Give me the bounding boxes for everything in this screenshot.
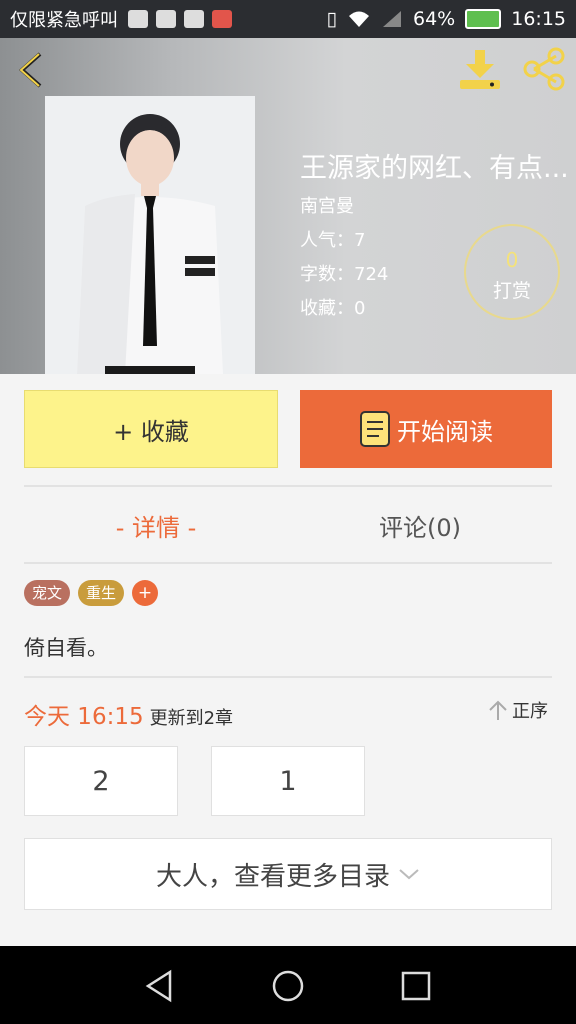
favorites-label: 收藏：	[300, 298, 354, 319]
wifi-icon	[349, 11, 369, 27]
notification-icon	[212, 10, 232, 28]
book-title: 王源家的网红、有点...	[300, 153, 569, 184]
back-button[interactable]	[12, 48, 52, 92]
book-cover[interactable]	[45, 96, 255, 374]
update-info: 今天 16:15 更新到2章	[24, 697, 233, 731]
tag-chip[interactable]: 重生	[78, 580, 125, 606]
nav-back-icon	[145, 969, 172, 1003]
notification-icon	[156, 10, 176, 28]
vibrate-icon: ▯	[326, 8, 337, 30]
favorites-value: 0	[354, 298, 366, 319]
more-catalog-label: 大人，查看更多目录	[155, 861, 390, 892]
book-header: 王源家的网红、有点... 南宫曼 人气：7 字数：724 收藏：0 0 打赏	[0, 38, 576, 374]
share-icon	[523, 47, 565, 91]
chevron-down-icon	[399, 869, 419, 880]
nav-home-button[interactable]	[268, 966, 308, 1006]
signal-icon	[383, 11, 401, 27]
divider	[24, 562, 552, 564]
add-favorite-button[interactable]: + 收藏	[24, 390, 278, 468]
tag-list: 宠文 重生 +	[24, 580, 159, 606]
battery-percent: 64%	[413, 8, 456, 30]
notification-icon	[184, 10, 204, 28]
start-reading-label: 开始阅读	[397, 417, 493, 446]
word-count-value: 724	[354, 264, 389, 285]
reward-label: 打赏	[492, 280, 531, 302]
nav-recent-icon	[401, 971, 431, 1001]
share-button[interactable]	[520, 46, 568, 92]
tab-comments[interactable]: 评论(0)	[322, 508, 518, 548]
sort-order-button[interactable]: 正序	[488, 697, 548, 723]
nav-back-button[interactable]	[140, 966, 180, 1006]
divider	[24, 485, 552, 487]
tab-details[interactable]: - 详情 -	[60, 508, 252, 548]
system-nav-bar	[0, 946, 576, 1024]
carrier-text: 仅限紧急呼叫	[10, 10, 118, 31]
update-time: 今天 16:15	[24, 704, 144, 730]
nav-recent-button[interactable]	[396, 966, 436, 1006]
word-count-stat: 字数：724	[300, 260, 388, 286]
book-author[interactable]: 南宫曼	[300, 192, 354, 218]
battery-icon	[465, 9, 502, 29]
cover-image	[45, 96, 255, 374]
popularity-value: 7	[354, 230, 366, 251]
nav-home-icon	[272, 970, 304, 1002]
reward-button[interactable]: 0 打赏	[464, 224, 560, 320]
status-bar: 仅限紧急呼叫 ▯ 64% 16:15	[0, 0, 576, 38]
book-icon	[360, 411, 390, 447]
chapter-button[interactable]: 1	[211, 746, 365, 816]
popularity-label: 人气：	[300, 230, 354, 251]
update-text: 更新到2章	[149, 708, 234, 729]
tag-chip[interactable]: 宠文	[24, 580, 71, 606]
notification-icons	[128, 10, 232, 28]
add-tag-button[interactable]: +	[132, 580, 159, 606]
chapter-button[interactable]: 2	[24, 746, 178, 816]
download-button[interactable]	[456, 46, 504, 92]
sort-label: 正序	[512, 701, 548, 722]
favorites-stat: 收藏：0	[300, 294, 365, 320]
popularity-stat: 人气：7	[300, 226, 365, 252]
download-icon	[460, 50, 500, 89]
divider	[24, 676, 552, 678]
back-icon	[18, 52, 42, 88]
word-count-label: 字数：	[300, 264, 354, 285]
book-description: 倚自看。	[24, 636, 108, 660]
more-catalog-button[interactable]: 大人，查看更多目录	[24, 838, 552, 910]
start-reading-button[interactable]: 开始阅读	[300, 390, 552, 468]
reward-count: 0	[505, 248, 519, 272]
notification-icon	[128, 10, 148, 28]
arrow-up-icon	[489, 700, 507, 720]
clock: 16:15	[511, 8, 566, 30]
